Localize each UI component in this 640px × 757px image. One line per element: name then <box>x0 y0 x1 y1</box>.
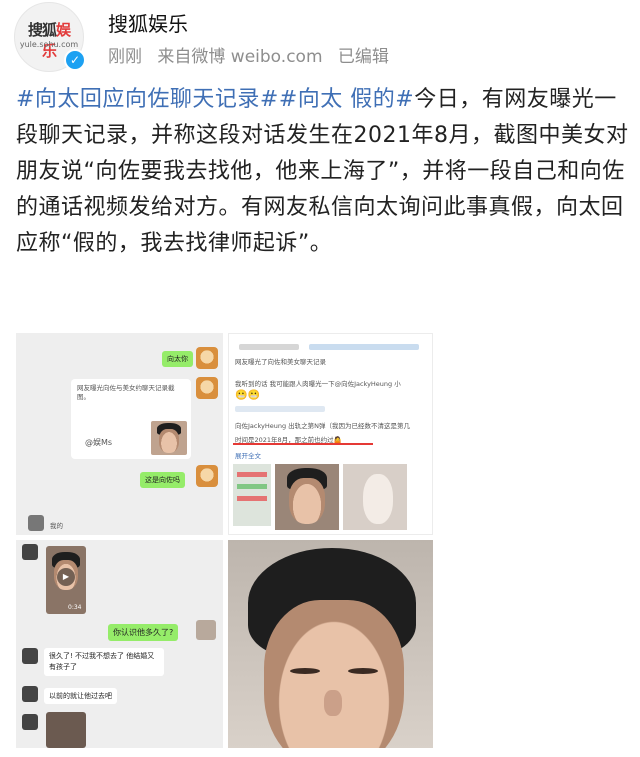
friend-avatar <box>22 544 38 560</box>
video-message[interactable]: ▶ 0:34 <box>46 546 86 614</box>
face-shape <box>264 600 404 748</box>
blurred-text <box>235 406 325 412</box>
blurred-text <box>309 344 419 350</box>
weibo-line: 网友曝光了向佐和美女聊天记录 <box>235 358 326 366</box>
video-duration: 0:34 <box>68 604 82 611</box>
verified-icon: ✓ <box>64 49 86 71</box>
eye <box>290 668 320 674</box>
nose <box>324 690 342 716</box>
thumb-screenshot <box>233 464 271 526</box>
red-underline <box>233 443 373 445</box>
author-name[interactable]: 搜狐娱乐 <box>108 8 188 37</box>
emoji-icon: 😬😬 <box>235 390 260 401</box>
post-text: #向太回应向佐聊天记录##向太 假的#今日，有网友曝光一段聊天记录，并称这段对话… <box>16 82 630 262</box>
shiba-avatar <box>196 465 218 487</box>
expand-link[interactable]: 展开全文 <box>235 450 261 460</box>
play-icon[interactable]: ▶ <box>57 568 75 586</box>
sender-avatar <box>196 620 216 640</box>
post-image-2[interactable]: 网友曝光了向佐和美女聊天记录 我听到的话 我可能跟人肉曝光一下@向佐JackyH… <box>228 333 433 535</box>
card-tag: @娱Ms <box>85 438 113 447</box>
card-thumbnail <box>151 421 187 455</box>
chat-bubble: 向太你 <box>162 351 193 367</box>
hashtag-link[interactable]: #向太回应向佐聊天记录# <box>16 87 279 112</box>
hashtag-link[interactable]: #向太 假的# <box>279 87 414 112</box>
friend-avatar <box>28 515 44 531</box>
post-edited: 已编辑 <box>337 47 389 67</box>
post-meta: 刚刚 来自微博 weibo.com 已编辑 <box>108 42 399 67</box>
friend-avatar <box>22 686 38 702</box>
chat-bubble: 这是向佐吗 <box>140 472 185 488</box>
post-source[interactable]: 来自微博 weibo.com <box>157 47 322 67</box>
blurred-text <box>239 344 299 350</box>
chat-bubble: 以前的就让他过去吧 <box>44 688 117 704</box>
photo-message[interactable] <box>46 712 86 748</box>
shiba-avatar <box>196 347 218 369</box>
chat-bubble: 很久了! 不过我不想去了 他结婚又有孩子了 <box>44 648 164 676</box>
post-time: 刚刚 <box>108 47 142 67</box>
weibo-line: 向佐JackyHeung 出轨之第N弹（我因为已经数不清这是第几 <box>235 422 411 430</box>
post-image-3[interactable]: ▶ 0:34 你认识他多久了? 很久了! 不过我不想去了 他结婚又有孩子了 以前… <box>16 540 223 748</box>
card-text: 网友曝光向佐与美女约聊天记录截图。 <box>77 384 175 401</box>
shiba-avatar <box>196 377 218 399</box>
chat-bubble: 你认识他多久了? <box>108 624 179 641</box>
avatar-logo-url: yule.sohu.com <box>19 40 79 49</box>
post-image-4[interactable] <box>228 540 433 748</box>
post-body: 今日，有网友曝光一段聊天记录，并称这段对话发生在2021年8月，截图中美女对朋友… <box>16 87 629 256</box>
friend-avatar <box>22 648 38 664</box>
thumb-photo <box>275 464 339 530</box>
friend-avatar <box>22 714 38 730</box>
chat-reply: 我的 <box>50 522 63 530</box>
thumb-photo <box>343 464 407 530</box>
eye <box>348 668 378 674</box>
shared-card: 网友曝光向佐与美女约聊天记录截图。 @娱Ms <box>71 379 191 459</box>
weibo-line: 我听到的话 我可能跟人肉曝光一下@向佐JackyHeung 小 <box>235 380 401 388</box>
post-image-1[interactable]: 向太你 网友曝光向佐与美女约聊天记录截图。 @娱Ms 这是向佐吗 我的 <box>16 333 223 535</box>
